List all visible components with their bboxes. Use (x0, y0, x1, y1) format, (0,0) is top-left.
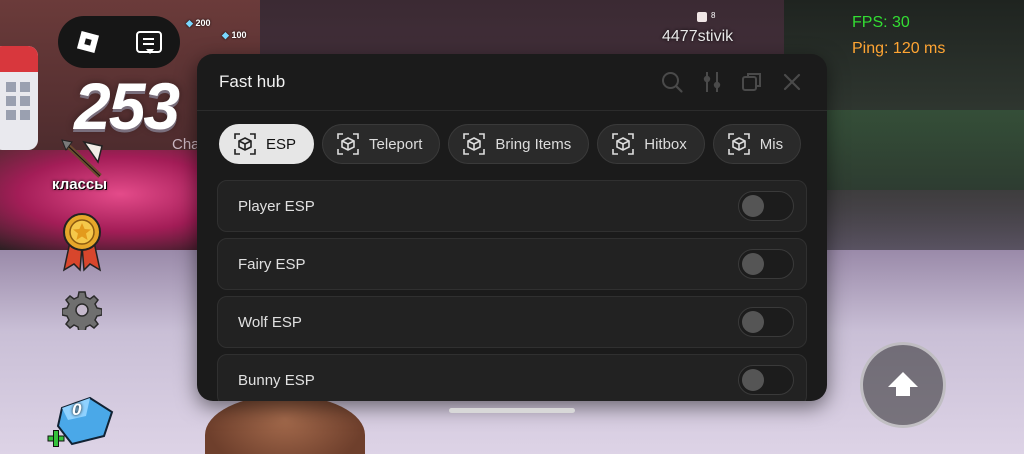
sliders-icon[interactable] (699, 69, 725, 95)
minimize-icon[interactable] (739, 69, 765, 95)
calendar-icon[interactable] (0, 46, 38, 150)
tab-esp[interactable]: ESP (219, 124, 315, 164)
gear-icon[interactable] (62, 290, 102, 330)
ping-readout: Ping: 120 ms (852, 40, 946, 57)
cube-icon (463, 133, 486, 155)
jump-button[interactable] (860, 342, 946, 428)
gem-count: 0 (72, 400, 82, 419)
axe-icon[interactable] (58, 138, 110, 178)
tab-label: Hitbox (644, 135, 687, 153)
hub-title: Fast hub (219, 72, 286, 91)
bunny-esp-toggle[interactable] (738, 365, 794, 395)
toggle-label: Wolf ESP (238, 313, 302, 331)
toggle-knob (742, 311, 764, 333)
close-icon[interactable] (779, 69, 805, 95)
player-esp-toggle[interactable] (738, 191, 794, 221)
cube-icon (234, 133, 256, 155)
fps-value: 30 (892, 14, 910, 31)
toggle-list: Player ESP Fairy ESP Wolf ESP Bunny ESP (217, 180, 807, 401)
classes-label[interactable]: классы (52, 176, 107, 193)
fast-hub-window: Fast hub ESP Teleport Bring Items Hitbox… (197, 54, 827, 401)
tab-teleport[interactable]: Teleport (322, 124, 441, 164)
roblox-top-bar (58, 16, 180, 68)
tab-bring-items[interactable]: Bring Items (448, 124, 590, 164)
player-name: 4477stivik (662, 28, 734, 45)
mini-counter-left: ◆ 200 (186, 18, 211, 28)
tab-hitbox[interactable]: Hitbox (597, 124, 705, 164)
arrow-up-icon (888, 371, 918, 396)
toggle-row-player-esp: Player ESP (217, 180, 807, 232)
player-badge-icon (697, 12, 707, 22)
cube-icon (727, 133, 750, 155)
chat-icon[interactable] (135, 31, 162, 54)
toggle-label: Player ESP (238, 197, 315, 215)
roblox-menu-icon[interactable] (77, 31, 99, 53)
home-indicator[interactable] (449, 408, 575, 413)
fps-readout: FPS: 30 (852, 14, 910, 32)
mini-counter-right: ◆ 100 (222, 30, 247, 40)
cube-icon (337, 133, 359, 155)
wolf-esp-toggle[interactable] (738, 307, 794, 337)
hub-header-actions (659, 69, 805, 95)
background-text: Cha (172, 136, 200, 153)
tab-label: Bring Items (495, 135, 572, 153)
score-number: 253 (74, 69, 180, 143)
hub-tabs: ESP Teleport Bring Items Hitbox Mis (219, 124, 813, 166)
toggle-row-bunny-esp: Bunny ESP (217, 354, 807, 401)
toggle-row-wolf-esp: Wolf ESP (217, 296, 807, 348)
cube-icon (612, 133, 635, 155)
medal-icon[interactable] (60, 212, 104, 272)
toggle-row-fairy-esp: Fairy ESP (217, 238, 807, 290)
tab-label: Mis (759, 135, 784, 153)
tab-misc[interactable]: Mis (712, 124, 802, 164)
tab-label: ESP (266, 135, 297, 153)
tab-label: Teleport (369, 135, 423, 153)
fps-label: FPS: (852, 14, 888, 31)
toggle-label: Fairy ESP (238, 255, 306, 273)
toggle-label: Bunny ESP (238, 371, 315, 389)
toggle-knob (742, 195, 764, 217)
player-badge-number: 8 (711, 11, 716, 20)
search-icon[interactable] (659, 69, 685, 95)
hub-header: Fast hub (197, 54, 827, 111)
toggle-knob (742, 369, 764, 391)
fairy-esp-toggle[interactable] (738, 249, 794, 279)
toggle-knob (742, 253, 764, 275)
